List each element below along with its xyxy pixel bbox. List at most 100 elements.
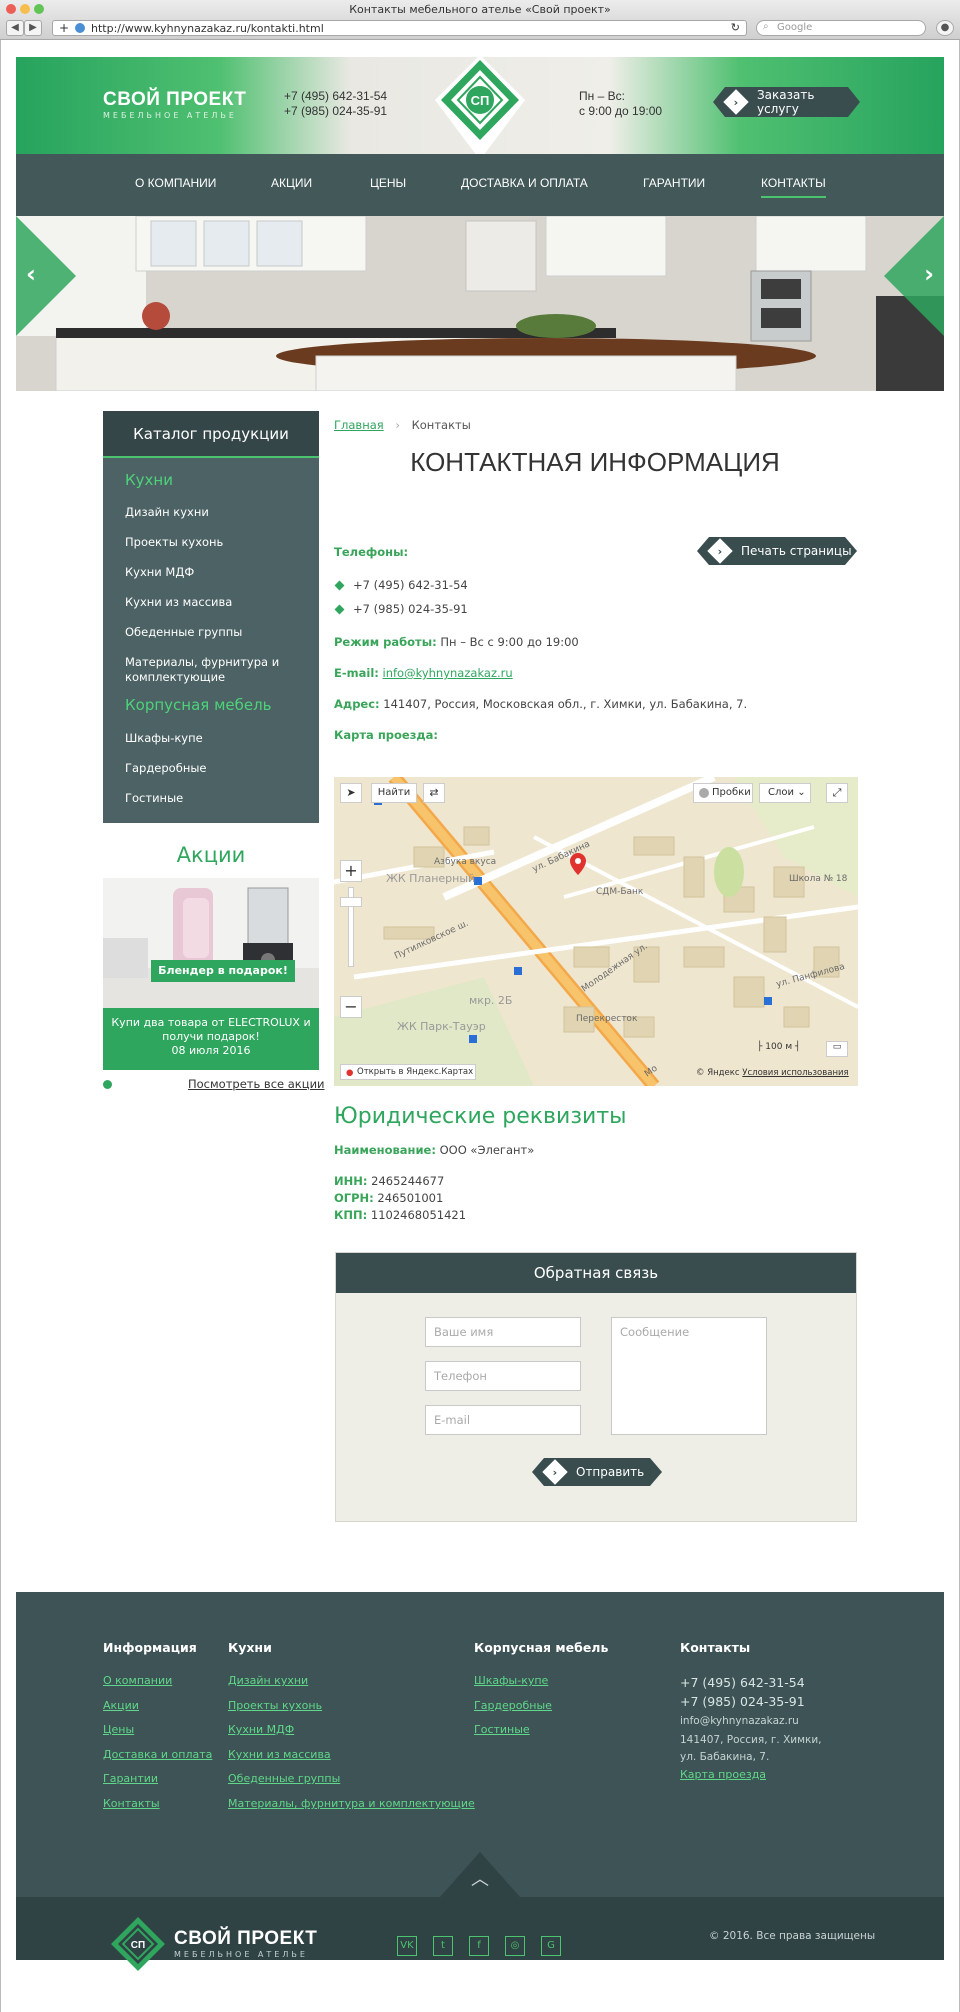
footer-link[interactable]: О компании	[103, 1674, 172, 1687]
promo-pager-dot[interactable]	[103, 1080, 112, 1089]
address-line: Адрес: 141407, Россия, Московская обл., …	[334, 697, 747, 711]
footer-link[interactable]: Кухни из массива	[228, 1748, 331, 1761]
twitter-icon[interactable]: t	[433, 1936, 453, 1956]
catalog-category-cabinet-furniture[interactable]: Корпусная мебель	[125, 696, 272, 714]
slider-next-arrow-icon[interactable]: ›	[924, 260, 934, 288]
email-input[interactable]: E-mail	[425, 1405, 581, 1435]
catalog-item[interactable]: Гостиные	[125, 791, 305, 806]
catalog-item[interactable]: Кухни МДФ	[125, 565, 305, 580]
breadcrumb-home[interactable]: Главная	[334, 418, 384, 432]
catalog-title: Каталог продукции	[103, 411, 319, 458]
nav-item-prices[interactable]: ЦЕНЫ	[370, 176, 406, 190]
catalog-item[interactable]: Дизайн кухни	[125, 505, 305, 520]
address-value: 141407, Россия, Московская обл., г. Химк…	[383, 697, 748, 711]
svg-text:ЖК Планерный: ЖК Планерный	[386, 872, 475, 885]
vk-icon[interactable]: VK	[397, 1936, 417, 1956]
header-phone-2: +7 (985) 024-35-91	[284, 104, 388, 118]
footer-copyright: © 2016. Все права защищены	[709, 1930, 876, 1942]
footer-brand-name: СВОЙ ПРОЕКТ	[174, 1928, 318, 1949]
catalog-item[interactable]: Материалы, фурнитура и комплектующие	[125, 655, 285, 685]
footer-link[interactable]: Акции	[103, 1699, 139, 1712]
locate-icon[interactable]: ➤	[340, 783, 362, 803]
catalog-item[interactable]: Обеденные группы	[125, 625, 305, 640]
forward-icon[interactable]: ▶	[24, 20, 42, 36]
email-label: E-mail:	[334, 666, 379, 680]
footer-logo[interactable]: СП	[110, 1916, 166, 1972]
header-brand[interactable]: СВОЙ ПРОЕКТ МЕБЕЛЬНОЕ АТЕЛЬЕ	[103, 89, 246, 120]
footer-link[interactable]: Гарантии	[103, 1772, 158, 1785]
map-find-button[interactable]: Найти	[371, 783, 417, 803]
zoom-out-icon[interactable]: −	[340, 996, 362, 1018]
footer-link[interactable]: Доставка и оплата	[103, 1748, 212, 1761]
map-traffic-button[interactable]: Пробки	[693, 783, 753, 803]
catalog-category-kitchens[interactable]: Кухни	[125, 471, 173, 489]
phone-input[interactable]: Телефон	[425, 1361, 581, 1391]
map-layers-label: Слои	[768, 787, 794, 798]
footer-link[interactable]: Гостиные	[474, 1723, 530, 1736]
footer-link[interactable]: Гардеробные	[474, 1699, 552, 1712]
catalog-item[interactable]: Кухни из массива	[125, 595, 305, 610]
footer-map-link[interactable]: Карта проезда	[680, 1768, 766, 1781]
promo-banner[interactable]: Блендер в подарок! Купи два товара от EL…	[103, 878, 319, 1070]
map-terms-link[interactable]: Условия использования	[742, 1068, 848, 1078]
ruler-icon[interactable]: ▭	[826, 1041, 848, 1057]
footer-link[interactable]: Шкафы-купе	[474, 1674, 548, 1687]
reload-icon[interactable]: ↻	[731, 21, 740, 34]
message-textarea[interactable]: Сообщение	[611, 1317, 767, 1435]
facebook-icon[interactable]: f	[469, 1936, 489, 1956]
footer-kitchens-title: Кухни	[228, 1640, 272, 1655]
yandex-map[interactable]: ЖК Планерный Азбука вкуса ул. Бабакина С…	[334, 777, 858, 1086]
footer-link[interactable]: Обеденные группы	[228, 1772, 340, 1785]
instagram-icon[interactable]: ◎	[505, 1936, 525, 1956]
name-input[interactable]: Ваше имя	[425, 1317, 581, 1347]
kpp-value: 1102468051421	[370, 1208, 467, 1222]
footer-link[interactable]: Цены	[103, 1723, 134, 1736]
google-icon[interactable]: G	[541, 1936, 561, 1956]
footer-link[interactable]: Кухни МДФ	[228, 1723, 294, 1736]
nav-item-delivery[interactable]: ДОСТАВКА И ОПЛАТА	[461, 176, 588, 190]
open-in-yandex-link[interactable]: ● Открыть в Яндекс.Картах	[340, 1064, 476, 1080]
submit-button[interactable]: › Отправить	[532, 1458, 662, 1486]
map-traffic-label: Пробки	[712, 787, 751, 798]
catalog-item[interactable]: Гардеробные	[125, 761, 305, 776]
scroll-top-icon[interactable]: ︿	[471, 1865, 489, 1891]
footer-brand: СВОЙ ПРОЕКТ МЕБЕЛЬНОЕ АТЕЛЬЕ	[174, 1928, 317, 1959]
download-icon[interactable]: ●	[936, 20, 954, 36]
nav-item-contacts[interactable]: КОНТАКТЫ	[761, 176, 826, 198]
address-bar[interactable]: + http://www.kyhnynazakaz.ru/kontakti.ht…	[52, 20, 747, 36]
nav-item-promotions[interactable]: АКЦИИ	[271, 176, 312, 190]
nav-item-about[interactable]: О КОМПАНИИ	[135, 176, 216, 190]
catalog-item[interactable]: Проекты кухонь	[125, 535, 305, 550]
footer-link[interactable]: Дизайн кухни	[228, 1674, 308, 1687]
map-scale-label: 100 м	[765, 1042, 793, 1052]
nav-item-guarantees[interactable]: ГАРАНТИИ	[643, 176, 705, 190]
browser-chrome: Контакты мебельного ателье «Свой проект»…	[0, 0, 960, 40]
zoom-in-icon[interactable]: +	[340, 860, 362, 882]
order-service-button[interactable]: › Заказать услугу	[713, 87, 860, 117]
hours-value: с 9:00 до 19:00	[579, 104, 663, 118]
add-tab-icon[interactable]: +	[59, 21, 69, 35]
map-layers-button[interactable]: Слои ⌄	[759, 783, 811, 803]
footer-link[interactable]: Проекты кухонь	[228, 1699, 322, 1712]
email-link[interactable]: info@kyhnynazakaz.ru	[383, 666, 513, 680]
all-promotions-link[interactable]: Посмотреть все акции	[188, 1077, 325, 1091]
footer-link[interactable]: Контакты	[103, 1797, 160, 1810]
svg-text:Школа № 18: Школа № 18	[789, 874, 848, 884]
site-footer: Информация О компании Акции Цены Доставк…	[16, 1592, 944, 1960]
footer-link[interactable]: Материалы, фурнитура и комплектующие	[228, 1797, 475, 1810]
route-icon[interactable]: ⇄	[423, 783, 445, 803]
header-hours: Пн – Вс: с 9:00 до 19:00	[579, 89, 662, 119]
svg-text:СП: СП	[131, 1940, 145, 1951]
browser-search-input[interactable]: ⌕ Google	[756, 20, 926, 36]
print-page-button[interactable]: › Печать страницы	[697, 537, 857, 565]
svg-text:СДМ-Банк: СДМ-Банк	[596, 887, 644, 897]
breadcrumb: Главная › Контакты	[334, 418, 471, 432]
catalog-item[interactable]: Шкафы-купе	[125, 731, 305, 746]
slider-prev-arrow-icon[interactable]: ‹	[26, 260, 36, 288]
back-icon[interactable]: ◀	[6, 20, 24, 36]
site-logo[interactable]: СП	[435, 55, 525, 160]
phones-label: Телефоны:	[334, 545, 409, 559]
fullscreen-icon[interactable]: ⤢	[826, 783, 848, 803]
logo-icon: СП	[435, 55, 525, 160]
zoom-slider-handle[interactable]	[340, 897, 362, 907]
